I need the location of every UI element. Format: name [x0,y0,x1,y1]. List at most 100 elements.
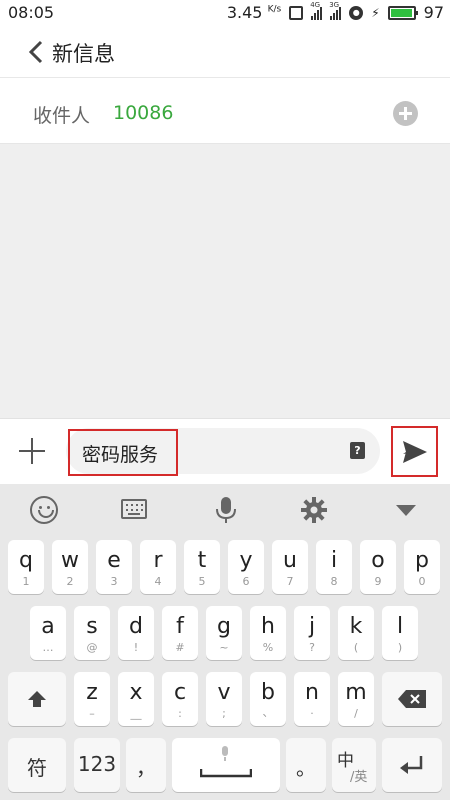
backspace-icon [398,690,426,708]
key-n[interactable]: n · [294,672,330,726]
emoji-icon[interactable] [30,496,58,524]
key-q[interactable]: q1 [8,540,44,594]
microphone-icon[interactable] [212,496,240,524]
network-speed: 3.45 K/s [227,3,281,22]
key-alt: __ [130,707,142,720]
battery-level: 97 [423,3,444,22]
key-alt: # [175,641,185,654]
key-t[interactable]: t5 [184,540,220,594]
message-thread-area [0,144,450,418]
collapse-keyboard-icon[interactable] [392,496,420,524]
key-r[interactable]: r4 [140,540,176,594]
signal-3g-label: 3G [329,0,340,9]
key-letter: f [176,614,184,639]
key-c[interactable]: c: [162,672,198,726]
key-w[interactable]: w2 [52,540,88,594]
recipient-row[interactable]: 收件人 10086 [0,84,450,144]
key-b[interactable]: b、 [250,672,286,726]
key-alt: @ [86,641,98,654]
period-key[interactable]: 。 [286,738,326,792]
key-letter: r [153,548,163,573]
key-letter: t [197,548,207,573]
shift-icon [28,691,46,707]
key-e[interactable]: e3 [96,540,132,594]
key-alt: 、 [262,706,274,719]
space-mic-icon [222,746,228,761]
key-u[interactable]: u7 [272,540,308,594]
key-letter: j [308,614,316,639]
battery-icon [387,5,418,20]
key-letter: x [129,680,143,705]
key-alt: ? [309,641,315,654]
signal-4g-label: 4G [310,0,321,9]
key-letter: y [239,548,253,573]
numbers-key[interactable]: 123 [74,738,120,792]
signal-3g-icon: 3G [329,1,342,20]
symbols-key[interactable]: 符 [8,738,66,792]
numbers-label: 123 [77,752,117,776]
key-letter: m [345,680,367,705]
keyboard-layout-icon[interactable] [121,499,147,519]
hd-icon: ● [349,5,364,20]
key-letter: i [330,548,338,573]
space-key[interactable] [172,738,280,792]
help-icon[interactable]: ? [350,442,365,459]
key-p[interactable]: p0 [404,540,440,594]
key-alt: 8 [330,575,338,588]
charging-icon: ⚡ [371,5,380,20]
send-icon [403,441,427,463]
key-k[interactable]: k( [338,606,374,660]
comma-key[interactable]: ， [126,738,166,792]
keyboard: q1 w2 e3 r4 t5 y6 u7 i8 o9 p0 a… s @ d! f… [0,484,450,800]
key-d[interactable]: d! [118,606,154,660]
settings-gear-icon[interactable] [300,496,328,524]
status-bar: 08:05 3.45 K/s 4G 3G ● ⚡ 97 [0,0,450,26]
header: 新信息 [0,26,450,78]
key-alt: 9 [374,575,382,588]
key-l[interactable]: l) [382,606,418,660]
key-alt: ( [353,641,359,654]
back-arrow-icon[interactable] [28,40,44,64]
key-letter: d [129,614,143,639]
enter-key[interactable] [382,738,442,792]
key-g[interactable]: g ~ [206,606,242,660]
key-f[interactable]: f # [162,606,198,660]
key-j[interactable]: j? [294,606,330,660]
key-letter: u [283,548,297,573]
key-letter: p [415,548,429,573]
key-alt: 4 [154,575,162,588]
key-o[interactable]: o9 [360,540,396,594]
message-text[interactable]: 密码服务 [82,440,158,467]
attach-plus-icon[interactable] [19,438,45,464]
key-a[interactable]: a… [30,606,66,660]
shift-key[interactable] [8,672,66,726]
key-letter: z [86,680,98,705]
key-letter: s [86,614,98,639]
key-alt: ~ [219,641,229,654]
key-alt: ! [133,641,139,654]
key-m[interactable]: m / [338,672,374,726]
key-letter: a [41,614,55,639]
key-letter: o [371,548,385,573]
key-alt: : [178,707,182,720]
key-alt: ; [222,707,226,720]
key-s[interactable]: s @ [74,606,110,660]
key-x[interactable]: x __ [118,672,154,726]
key-alt: % [262,641,274,654]
key-letter: k [349,614,363,639]
key-letter: g [217,614,231,639]
key-i[interactable]: i8 [316,540,352,594]
language-switch-key[interactable]: 中 /英 [332,738,376,792]
key-letter: v [217,680,231,705]
send-button[interactable] [391,426,438,477]
backspace-key[interactable] [382,672,442,726]
page-title: 新信息 [52,42,115,66]
key-h[interactable]: h% [250,606,286,660]
add-contact-icon[interactable] [393,101,418,126]
signal-4g-icon: 4G [310,1,323,20]
key-y[interactable]: y6 [228,540,264,594]
key-z[interactable]: z – [74,672,110,726]
recipient-number[interactable]: 10086 [113,102,173,124]
key-letter: c [173,680,187,705]
key-v[interactable]: v; [206,672,242,726]
